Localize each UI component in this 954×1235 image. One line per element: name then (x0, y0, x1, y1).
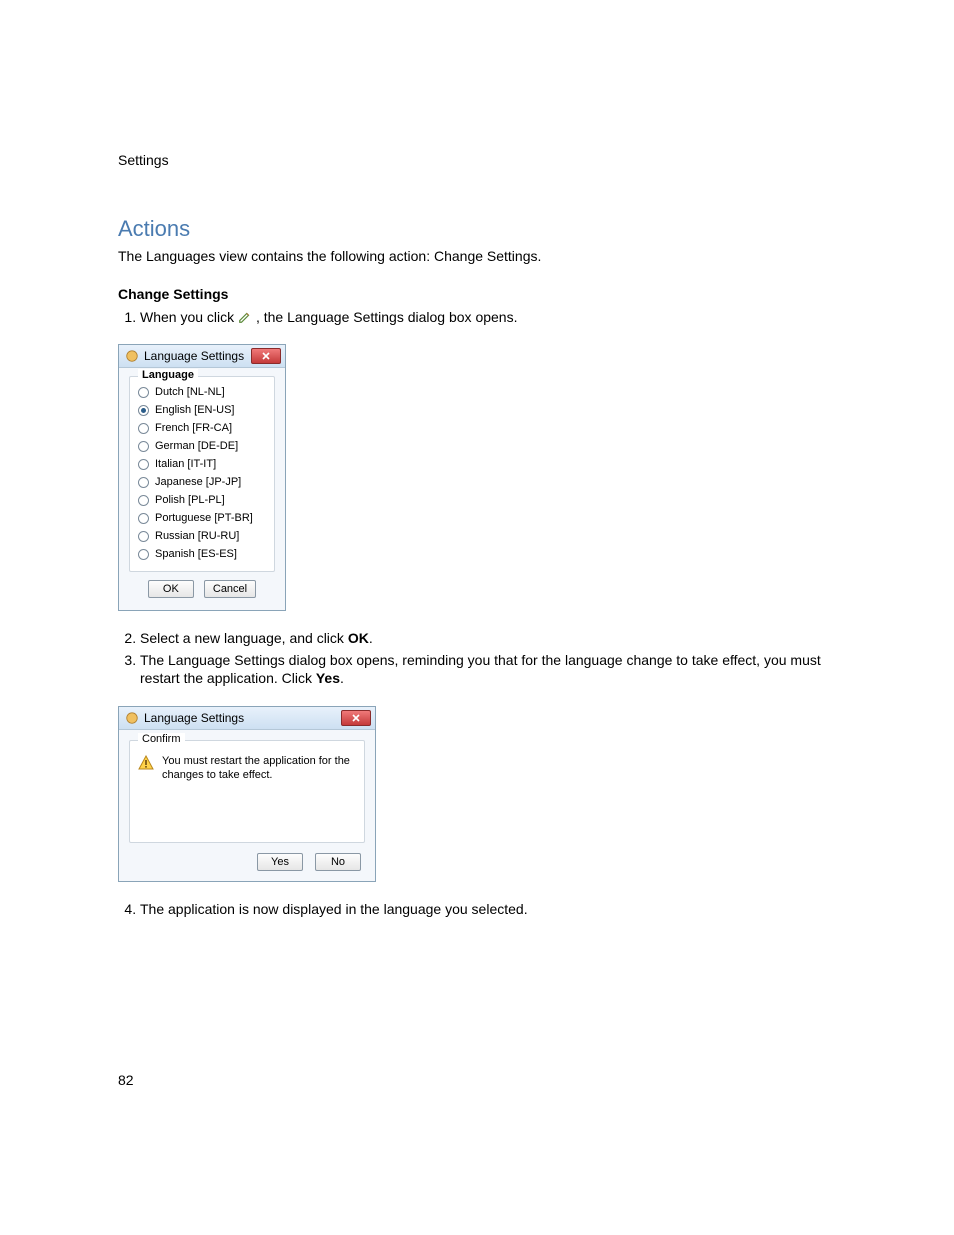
edit-icon (238, 310, 252, 324)
yes-button[interactable]: Yes (257, 853, 303, 871)
radio-label: Portuguese [PT-BR] (155, 512, 253, 524)
radio-option[interactable]: English [EN-US] (136, 401, 268, 419)
radio-icon (138, 495, 149, 506)
page-header: Settings (118, 152, 836, 168)
step-1-text-pre: When you click (140, 309, 238, 325)
language-fieldset: Language Dutch [NL-NL]English [EN-US]Fre… (129, 376, 275, 572)
dialog2-titlebar: Language Settings (119, 707, 375, 730)
app-icon (125, 349, 139, 363)
page-number: 82 (118, 1072, 134, 1088)
radio-option[interactable]: Spanish [ES-ES] (136, 545, 268, 563)
confirm-dialog: Language Settings Confirm You must resta… (118, 706, 376, 883)
step-3-pre: The Language Settings dialog box opens, … (140, 652, 821, 686)
radio-icon (138, 423, 149, 434)
app-icon (125, 711, 139, 725)
radio-option[interactable]: Japanese [JP-JP] (136, 473, 268, 491)
step-3: The Language Settings dialog box opens, … (140, 651, 836, 688)
step-1-text-post: , the Language Settings dialog box opens… (256, 309, 518, 325)
confirm-message: You must restart the application for the… (162, 755, 356, 783)
radio-option[interactable]: Russian [RU-RU] (136, 527, 268, 545)
radio-label: Russian [RU-RU] (155, 530, 239, 542)
radio-label: Dutch [NL-NL] (155, 386, 225, 398)
cancel-button[interactable]: Cancel (204, 580, 256, 598)
radio-option[interactable]: French [FR-CA] (136, 419, 268, 437)
radio-label: German [DE-DE] (155, 440, 238, 452)
step-2-bold: OK (348, 630, 369, 646)
radio-label: English [EN-US] (155, 404, 234, 416)
step-3-bold: Yes (316, 670, 340, 686)
step-2-post: . (369, 630, 373, 646)
close-icon[interactable] (341, 710, 371, 726)
ok-button[interactable]: OK (148, 580, 194, 598)
language-legend: Language (138, 369, 198, 381)
dialog2-title: Language Settings (144, 711, 336, 725)
step-1: When you click , the Language Settings d… (140, 308, 836, 326)
step-3-post: . (340, 670, 344, 686)
radio-label: French [FR-CA] (155, 422, 232, 434)
radio-icon (138, 549, 149, 560)
radio-icon (138, 441, 149, 452)
radio-option[interactable]: German [DE-DE] (136, 437, 268, 455)
radio-label: Spanish [ES-ES] (155, 548, 237, 560)
no-button[interactable]: No (315, 853, 361, 871)
warning-icon (138, 755, 154, 771)
radio-label: Italian [IT-IT] (155, 458, 216, 470)
radio-label: Polish [PL-PL] (155, 494, 225, 506)
confirm-fieldset: Confirm You must restart the application… (129, 740, 365, 844)
change-settings-subheading: Change Settings (118, 286, 836, 302)
radio-icon (138, 387, 149, 398)
radio-icon (138, 405, 149, 416)
close-icon[interactable] (251, 348, 281, 364)
step-2: Select a new language, and click OK. (140, 629, 836, 647)
actions-heading: Actions (118, 216, 836, 242)
radio-option[interactable]: Dutch [NL-NL] (136, 383, 268, 401)
radio-label: Japanese [JP-JP] (155, 476, 241, 488)
radio-icon (138, 459, 149, 470)
intro-text: The Languages view contains the followin… (118, 248, 836, 264)
dialog1-title: Language Settings (144, 349, 246, 363)
step-2-pre: Select a new language, and click (140, 630, 348, 646)
step-4: The application is now displayed in the … (140, 900, 836, 918)
radio-option[interactable]: Portuguese [PT-BR] (136, 509, 268, 527)
dialog1-titlebar: Language Settings (119, 345, 285, 368)
radio-option[interactable]: Italian [IT-IT] (136, 455, 268, 473)
radio-option[interactable]: Polish [PL-PL] (136, 491, 268, 509)
radio-icon (138, 531, 149, 542)
confirm-legend: Confirm (138, 733, 185, 745)
radio-icon (138, 513, 149, 524)
language-settings-dialog: Language Settings Language Dutch [NL-NL]… (118, 344, 286, 611)
radio-icon (138, 477, 149, 488)
